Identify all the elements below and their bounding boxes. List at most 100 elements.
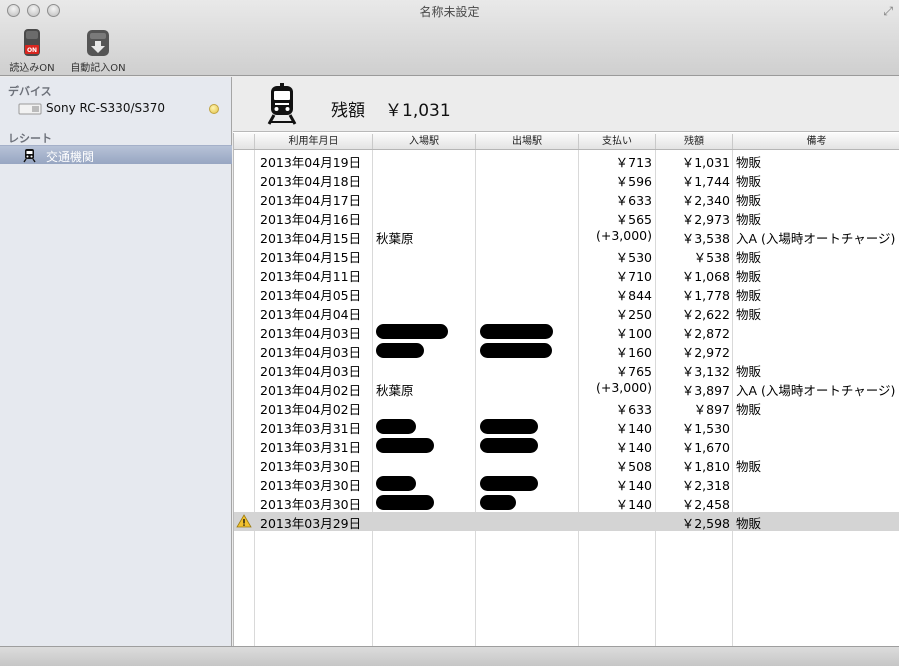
column-header-icon[interactable] xyxy=(234,134,255,149)
table-row[interactable]: 2013年04月03日 ￥100 ￥2,872 xyxy=(234,322,899,341)
table-row[interactable]: 2013年03月31日 ￥140 ￥1,670 xyxy=(234,436,899,455)
table-row[interactable]: 2013年04月03日 ￥160 ￥2,972 xyxy=(234,341,899,360)
balance-cell: ￥2,458 xyxy=(681,497,730,512)
balance-value: ￥1,031 xyxy=(385,101,451,121)
payment-cell: ￥160 xyxy=(615,345,652,360)
payment-cell: ￥596 xyxy=(615,174,652,189)
transactions-table[interactable]: 利用年月日 入場駅 出場駅 支払い 残額 備考 2013年04月19日 ￥713 ￥… xyxy=(233,133,899,646)
date-cell: 2013年03月31日 xyxy=(260,440,362,455)
window-title: 名称未設定 xyxy=(419,5,480,19)
redacted-exit-station xyxy=(480,495,516,510)
date-cell: 2013年04月15日 xyxy=(260,250,362,265)
payment-cell: (+3,000) xyxy=(595,228,652,243)
balance-cell: ￥1,744 xyxy=(681,174,730,189)
date-cell: 2013年03月29日 xyxy=(260,516,362,531)
payment-cell: ￥100 xyxy=(615,326,652,341)
date-cell: 2013年04月03日 xyxy=(260,364,362,379)
table-row[interactable]: 2013年04月03日 ￥765 ￥3,132 物販 xyxy=(234,360,899,379)
redacted-entry-station xyxy=(376,438,434,453)
entry-station-cell: 秋葉原 xyxy=(376,383,414,398)
date-cell: 2013年04月17日 xyxy=(260,193,362,208)
payment-cell: ￥633 xyxy=(615,402,652,417)
date-cell: 2013年03月31日 xyxy=(260,421,362,436)
sidebar: デバイス Sony RC-S330/S370 レシート 交通機関 xyxy=(0,77,232,646)
table-row[interactable]: 2013年03月31日 ￥140 ￥1,530 xyxy=(234,417,899,436)
balance-cell: ￥1,810 xyxy=(681,459,730,474)
balance-cell: ￥1,670 xyxy=(681,440,730,455)
notes-cell: 入A (入場時オートチャージ) xyxy=(736,383,896,398)
sidebar-item-device[interactable]: Sony RC-S330/S370 xyxy=(0,99,232,118)
redacted-entry-station xyxy=(376,495,434,510)
table-row[interactable]: 2013年04月05日 ￥844 ￥1,778 物販 xyxy=(234,284,899,303)
payment-cell: ￥710 xyxy=(615,269,652,284)
on-badge: ON xyxy=(27,47,37,54)
column-header-exit-station[interactable]: 出場駅 xyxy=(476,134,579,149)
table-row[interactable]: 2013年03月29日 ￥2,598 物販 xyxy=(234,512,899,531)
table-row[interactable]: 2013年04月16日 ￥565 ￥2,973 物販 xyxy=(234,208,899,227)
payment-cell: ￥508 xyxy=(615,459,652,474)
table-row[interactable]: 2013年04月02日 ￥633 ￥897 物販 xyxy=(234,398,899,417)
autolog-on-button[interactable]: 自動記入ON xyxy=(63,28,133,74)
payment-cell: ￥844 xyxy=(615,288,652,303)
balance-cell: ￥538 xyxy=(693,250,730,265)
table-row[interactable]: 2013年03月30日 ￥140 ￥2,458 xyxy=(234,493,899,512)
table-row[interactable]: 2013年04月19日 ￥713 ￥1,031 物販 xyxy=(234,151,899,170)
payment-cell: (+3,000) xyxy=(595,380,652,395)
read-on-button[interactable]: ON 読込みON xyxy=(0,28,67,74)
date-cell: 2013年04月03日 xyxy=(260,326,362,341)
balance-cell: ￥2,318 xyxy=(681,478,730,493)
balance-cell: ￥2,340 xyxy=(681,193,730,208)
redacted-exit-station xyxy=(480,343,552,358)
date-cell: 2013年04月16日 xyxy=(260,212,362,227)
status-dot-icon xyxy=(209,104,219,114)
notes-cell: 物販 xyxy=(736,250,762,265)
column-header-notes[interactable]: 備考 xyxy=(733,134,899,149)
date-cell: 2013年04月05日 xyxy=(260,288,362,303)
balance-cell: ￥2,598 xyxy=(681,516,730,531)
table-row[interactable]: 2013年04月02日 秋葉原 (+3,000) ￥3,897 入A (入場時オートチャ… xyxy=(234,379,899,398)
notes-cell: 物販 xyxy=(736,288,762,303)
date-cell: 2013年03月30日 xyxy=(260,497,362,512)
column-header-date[interactable]: 利用年月日 xyxy=(255,134,373,149)
autolog-on-label: 自動記入ON xyxy=(70,63,126,74)
notes-cell: 入A (入場時オートチャージ) xyxy=(736,231,896,246)
redacted-exit-station xyxy=(480,419,538,434)
table-row[interactable]: 2013年04月17日 ￥633 ￥2,340 物販 xyxy=(234,189,899,208)
entry-station-cell: 秋葉原 xyxy=(376,231,414,246)
balance-cell: ￥2,622 xyxy=(681,307,730,322)
notes-cell: 物販 xyxy=(736,155,762,170)
table-row[interactable]: 2013年04月15日 秋葉原 (+3,000) ￥3,538 入A (入場時オートチャ… xyxy=(234,227,899,246)
payment-cell: ￥765 xyxy=(615,364,652,379)
date-cell: 2013年04月19日 xyxy=(260,155,362,170)
balance-label: 残額 xyxy=(331,101,365,121)
table-row[interactable]: 2013年03月30日 ￥140 ￥2,318 xyxy=(234,474,899,493)
column-header-entry-station[interactable]: 入場駅 xyxy=(373,134,476,149)
redacted-exit-station xyxy=(480,438,538,453)
sidebar-item-transit[interactable]: 交通機関 xyxy=(0,145,232,164)
main-panel: 残額 ￥1,031 利用年月日 入場駅 出場駅 支払い 残額 備考 2013年0… xyxy=(233,77,899,646)
train-large-icon xyxy=(267,83,297,129)
read-on-label: 読込みON xyxy=(9,63,55,74)
table-row[interactable]: 2013年04月11日 ￥710 ￥1,068 物販 xyxy=(234,265,899,284)
notes-cell: 物販 xyxy=(736,212,762,227)
table-row[interactable]: 2013年04月04日 ￥250 ￥2,622 物販 xyxy=(234,303,899,322)
column-header-payment[interactable]: 支払い xyxy=(579,134,656,149)
balance-cell: ￥897 xyxy=(693,402,730,417)
card-reader-device-icon xyxy=(18,103,42,118)
balance-cell: ￥1,031 xyxy=(681,155,730,170)
column-header-balance[interactable]: 残額 xyxy=(656,134,733,149)
table-row[interactable]: 2013年04月15日 ￥530 ￥538 物販 xyxy=(234,246,899,265)
table-row[interactable]: 2013年03月30日 ￥508 ￥1,810 物販 xyxy=(234,455,899,474)
card-reader-download-icon xyxy=(84,28,112,58)
table-header: 利用年月日 入場駅 出場駅 支払い 残額 備考 xyxy=(234,133,899,150)
payment-cell: ￥565 xyxy=(615,212,652,227)
fullscreen-icon[interactable]: ⤢ xyxy=(883,4,893,19)
notes-cell: 物販 xyxy=(736,174,762,189)
date-cell: 2013年04月18日 xyxy=(260,174,362,189)
device-name: Sony RC-S330/S370 xyxy=(46,101,166,115)
devices-header: デバイス xyxy=(8,85,52,98)
balance-cell: ￥2,972 xyxy=(681,345,730,360)
app-window: 名称未設定 ⤢ ON 読込みON 自動記入ON デバイス Sony RC-S33… xyxy=(0,0,899,666)
balance-cell: ￥3,897 xyxy=(681,383,730,398)
table-row[interactable]: 2013年04月18日 ￥596 ￥1,744 物販 xyxy=(234,170,899,189)
